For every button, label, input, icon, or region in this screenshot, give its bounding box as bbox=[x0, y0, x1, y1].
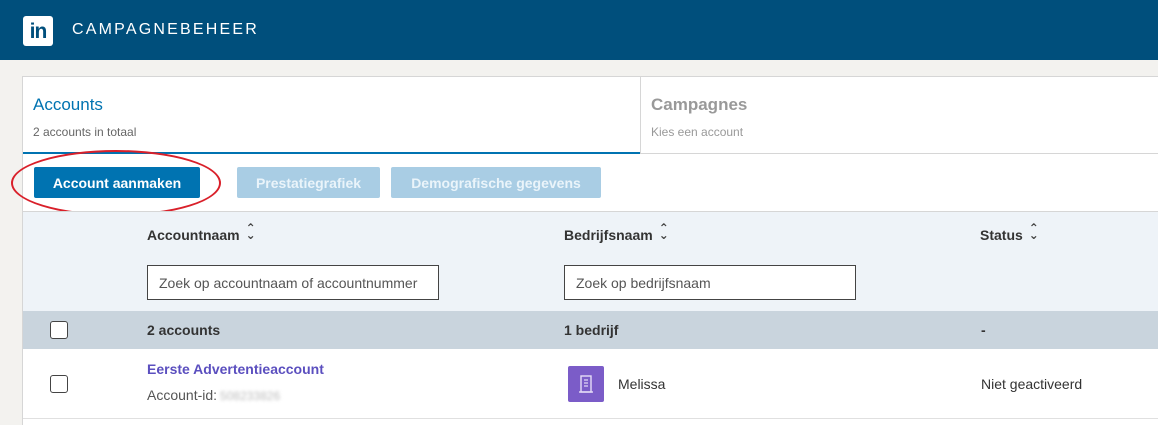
tab-campaigns-title: Campagnes bbox=[651, 95, 748, 114]
sort-icon[interactable]: ⌃ ⌄ bbox=[1029, 222, 1039, 241]
account-id-value: 508233826 bbox=[220, 389, 281, 403]
summary-row: 2 accounts 1 bedrijf - bbox=[23, 311, 1158, 349]
summary-status: - bbox=[981, 322, 986, 338]
building-icon bbox=[568, 366, 604, 402]
summary-accounts: 2 accounts bbox=[147, 322, 221, 338]
account-id-label: Account-id: bbox=[147, 387, 218, 403]
company-name: Melissa bbox=[618, 376, 666, 392]
account-search-input[interactable] bbox=[147, 265, 439, 300]
tab-accounts-subtitle: 2 accounts in totaal bbox=[33, 125, 137, 139]
column-header-company-name[interactable]: Bedrijfsnaam ⌃ ⌄ bbox=[564, 222, 669, 243]
account-name-link[interactable]: Eerste Advertentieaccount bbox=[147, 361, 324, 377]
column-header-status[interactable]: Status ⌃ ⌄ bbox=[980, 222, 1039, 243]
column-label-company-name: Bedrijfsnaam bbox=[564, 227, 653, 243]
tab-bar: Accounts 2 accounts in totaal Campagnes … bbox=[23, 77, 1158, 154]
status-value: Niet geactiveerd bbox=[981, 376, 1083, 392]
table-row: Eerste Advertentieaccount Account-id: 508… bbox=[23, 349, 1158, 419]
performance-chart-button[interactable]: Prestatiegrafiek bbox=[237, 167, 380, 198]
select-all-checkbox[interactable] bbox=[50, 321, 68, 339]
tab-accounts-title: Accounts bbox=[33, 95, 103, 114]
app-title: CAMPAGNEBEHEER bbox=[72, 21, 259, 38]
demographics-button[interactable]: Demografische gegevens bbox=[391, 167, 601, 198]
create-account-button[interactable]: Account aanmaken bbox=[34, 167, 200, 198]
summary-companies: 1 bedrijf bbox=[564, 322, 619, 338]
tab-campaigns[interactable]: Campagnes Kies een account bbox=[640, 77, 1158, 153]
column-label-status: Status bbox=[980, 227, 1023, 243]
sort-icon[interactable]: ⌃ ⌄ bbox=[246, 222, 256, 241]
sort-icon[interactable]: ⌃ ⌄ bbox=[659, 222, 669, 241]
column-header-account-name[interactable]: Accountnaam ⌃ ⌄ bbox=[147, 222, 256, 243]
tab-campaigns-subtitle: Kies een account bbox=[651, 125, 744, 139]
row-checkbox[interactable] bbox=[50, 375, 68, 393]
company-search-input[interactable] bbox=[564, 265, 856, 300]
top-navigation-bar: in CAMPAGNEBEHEER bbox=[0, 0, 1158, 60]
accounts-panel: Accounts 2 accounts in totaal Campagnes … bbox=[11, 76, 1158, 425]
tab-accounts[interactable]: Accounts 2 accounts in totaal bbox=[23, 77, 640, 154]
account-id: Account-id: 508233826 bbox=[147, 387, 280, 403]
column-label-account-name: Accountnaam bbox=[147, 227, 240, 243]
table-header: Accountnaam ⌃ ⌄ Bedrijfsnaam ⌃ ⌄ Status ⌃ ⌄ bbox=[23, 211, 1158, 311]
linkedin-logo[interactable]: in bbox=[23, 16, 53, 46]
